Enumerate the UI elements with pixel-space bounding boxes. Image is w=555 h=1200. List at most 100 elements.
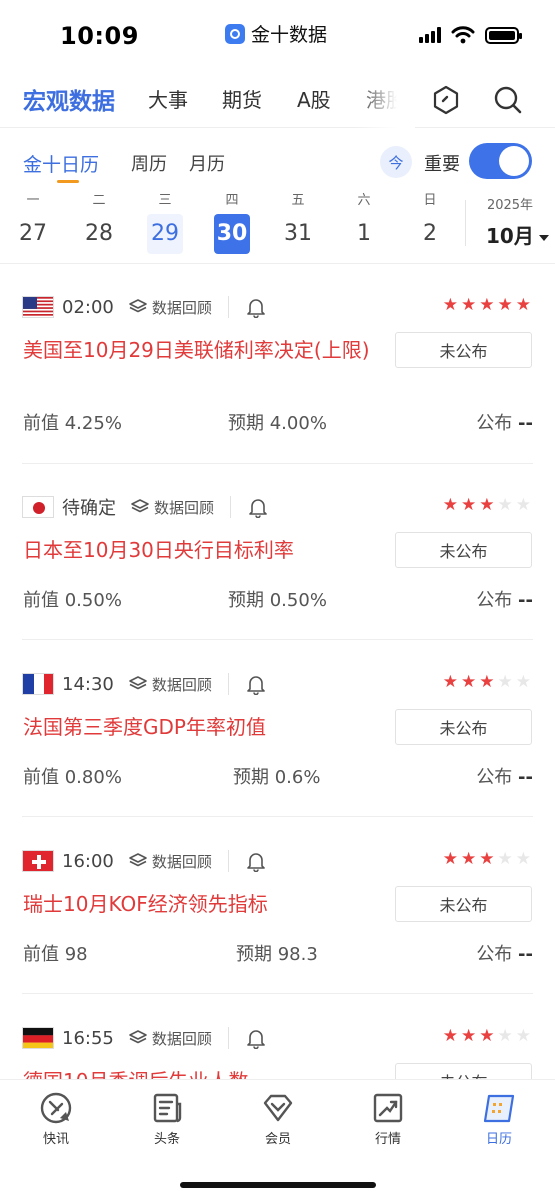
- previous-value: 前值 0.50%: [23, 586, 122, 612]
- tab-futures[interactable]: 期货: [222, 84, 262, 113]
- layers-icon: [131, 499, 149, 513]
- actual-number: --: [518, 767, 533, 788]
- divider: [22, 639, 533, 640]
- data-review-link[interactable]: 数据回顾: [128, 297, 212, 318]
- year-label: 2025年: [486, 198, 534, 213]
- system-indicators: [419, 26, 522, 44]
- forecast-value: 预期 0.50%: [228, 586, 327, 612]
- event-card[interactable]: 16:55数据回顾★★★★★德国10月季调后失业人数未公布前值 预期 公布: [0, 995, 555, 1079]
- date-number: 27: [19, 221, 47, 246]
- data-review-link[interactable]: 数据回顾: [128, 851, 212, 872]
- caret-down-icon: [538, 234, 549, 241]
- tab-headlines[interactable]: 头条: [132, 1090, 202, 1147]
- event-meta: 16:00 数据回顾: [22, 848, 267, 874]
- star-icon: ★: [442, 849, 458, 869]
- importance-stars: ★ ★ ★ ★ ★: [443, 850, 531, 868]
- event-card[interactable]: 14:30 数据回顾 ★ ★ ★ ★ ★ 法国第三季度GDP年率初值 未公布 前值 0.80% 预期…: [0, 641, 555, 817]
- star-icon: ★: [479, 295, 495, 315]
- day-mon[interactable]: 一 27: [15, 190, 51, 254]
- event-card[interactable]: 16:00 数据回顾 ★ ★ ★ ★ ★ 瑞士10月KOF经济领先指标 未公布 前值 98 预期 9…: [0, 818, 555, 994]
- japan-flag-icon: [22, 496, 54, 518]
- tab-month-calendar[interactable]: 月历: [189, 150, 225, 176]
- event-time: 待确定: [62, 498, 116, 519]
- event-card[interactable]: 待确定 数据回顾 ★ ★ ★ ★ ★ 日本至10月30日央行目标利率 未公布前值 0.50% 预期…: [0, 464, 555, 640]
- forecast-value: 预期 0.6%: [233, 763, 320, 789]
- data-review-label: 数据回顾: [151, 675, 212, 694]
- day-thu[interactable]: 四 30: [214, 190, 250, 254]
- data-review-link[interactable]: 数据回顾: [130, 497, 214, 518]
- actual-value: 公布 --: [476, 940, 533, 966]
- tab-vip[interactable]: 会员: [243, 1090, 313, 1147]
- star-icon: ★: [515, 672, 531, 692]
- day-wed[interactable]: 三 29: [147, 190, 183, 254]
- important-filter-label: 重要: [424, 154, 460, 175]
- event-time: 16:00: [62, 850, 114, 872]
- tab-jin10-calendar[interactable]: 金十日历: [23, 150, 99, 177]
- actual-label: 公布: [476, 413, 513, 434]
- week-strip: 一 27 二 28 三 29 四 30 五 31 六 1 日 2 2025年 1…: [0, 190, 555, 264]
- tab-macro-data[interactable]: 宏观数据: [23, 82, 115, 116]
- event-title[interactable]: 瑞士10月KOF经济领先指标: [23, 890, 373, 918]
- bell-icon[interactable]: [247, 496, 269, 518]
- tab-market[interactable]: 行情: [353, 1090, 423, 1147]
- tab-a-shares[interactable]: A股: [297, 84, 331, 113]
- release-status-button[interactable]: 未公布: [395, 532, 532, 568]
- day-tue[interactable]: 二 28: [81, 190, 117, 254]
- divider: [227, 673, 229, 695]
- event-title[interactable]: 美国至10月29日美联储利率决定(上限): [23, 336, 373, 364]
- tab-flash-news[interactable]: 快讯: [21, 1090, 91, 1147]
- hexagon-icon[interactable]: [430, 84, 462, 116]
- weekday-label: 三: [158, 193, 172, 208]
- release-status-button[interactable]: 未公布: [395, 1063, 532, 1079]
- star-icon: ★: [442, 495, 458, 515]
- actual-value: 公布 --: [476, 409, 533, 435]
- day-sun[interactable]: 日 2: [412, 190, 448, 254]
- release-status-button[interactable]: 未公布: [395, 332, 532, 368]
- previous-number: 4.25%: [64, 413, 122, 434]
- release-status-button[interactable]: 未公布: [395, 709, 532, 745]
- star-icon: ★: [442, 295, 458, 315]
- month-label: 10月: [486, 224, 534, 248]
- actual-number: --: [518, 413, 533, 434]
- market-chart-icon: [373, 1093, 403, 1123]
- weekday-label: 六: [357, 193, 371, 208]
- event-title[interactable]: 德国10月季调后失业人数: [23, 1067, 373, 1079]
- today-button[interactable]: 今: [380, 146, 412, 178]
- star-icon: ★: [515, 849, 531, 869]
- tab-label: 日历: [485, 1132, 512, 1147]
- event-title[interactable]: 法国第三季度GDP年率初值: [23, 713, 373, 741]
- bell-icon[interactable]: [245, 1027, 267, 1049]
- app-name: 金十数据: [251, 24, 328, 46]
- divider: [465, 200, 466, 246]
- actual-label: 公布: [476, 590, 513, 611]
- switzerland-flag-icon: [22, 850, 54, 872]
- event-card[interactable]: 02:00 数据回顾 ★ ★ ★ ★ ★ 美国至10月29日美联储利率决定(上限) 未公布 前值 …: [0, 264, 555, 464]
- data-review-label: 数据回顾: [154, 498, 215, 517]
- actual-number: --: [518, 944, 533, 965]
- headline-icon: [153, 1093, 182, 1123]
- star-icon: ★: [461, 672, 477, 692]
- search-icon[interactable]: [492, 84, 524, 116]
- forecast-number: 4.00%: [269, 413, 327, 434]
- bell-icon[interactable]: [245, 850, 267, 872]
- data-review-link[interactable]: 数据回顾: [128, 674, 212, 695]
- tab-calendar[interactable]: 日历: [464, 1090, 534, 1147]
- importance-stars: ★ ★ ★ ★ ★: [443, 496, 531, 514]
- month-picker[interactable]: 10月: [486, 220, 551, 249]
- tab-week-calendar[interactable]: 周历: [131, 150, 167, 176]
- important-toggle[interactable]: [469, 143, 532, 179]
- day-sat[interactable]: 六 1: [346, 190, 382, 254]
- star-icon: ★: [461, 849, 477, 869]
- forecast-value: 预期 4.00%: [228, 409, 327, 435]
- release-status-button[interactable]: 未公布: [395, 886, 532, 922]
- tab-label: 会员: [264, 1132, 291, 1147]
- divider: [22, 993, 533, 994]
- tab-label: 行情: [374, 1132, 401, 1147]
- wifi-icon: [451, 26, 475, 44]
- bell-icon[interactable]: [245, 296, 267, 318]
- event-title[interactable]: 日本至10月30日央行目标利率: [23, 536, 373, 564]
- bell-icon[interactable]: [245, 673, 267, 695]
- day-fri[interactable]: 五 31: [280, 190, 316, 254]
- tab-events[interactable]: 大事: [148, 84, 188, 113]
- data-review-link[interactable]: 数据回顾: [128, 1028, 212, 1049]
